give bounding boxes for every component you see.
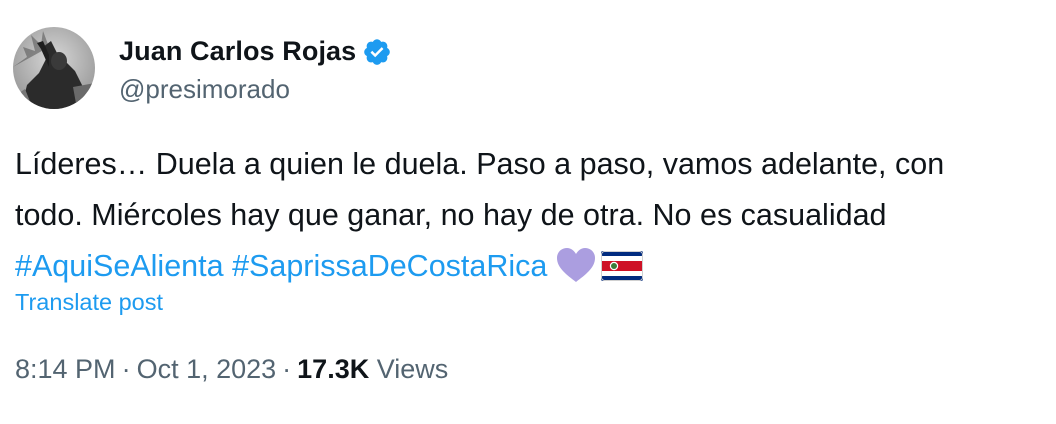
name-row: Juan Carlos Rojas — [119, 32, 392, 72]
tweet-text-line-1: Líderes… Duela a quien le duela. Paso a … — [15, 147, 945, 181]
hashtag-link[interactable]: #SaprissaDeCostaRica — [232, 249, 547, 283]
views-count: 17.3K — [297, 354, 370, 384]
display-name[interactable]: Juan Carlos Rojas — [119, 36, 356, 67]
tweet-text: Líderes… Duela a quien le duela. Paso a … — [15, 139, 1055, 292]
tweet-header: Juan Carlos Rojas @presimorado — [13, 27, 392, 109]
tweet-meta: 8:14 PM · Oct 1, 2023 · 17.3K Views — [15, 354, 448, 385]
tweet-card: Juan Carlos Rojas @presimorado Líderes… … — [0, 0, 1056, 424]
separator-dot: · — [282, 354, 292, 384]
tweet-text-line-2: todo. Miércoles hay que ganar, no hay de… — [15, 198, 887, 232]
avatar[interactable] — [13, 27, 95, 109]
separator-dot: · — [121, 354, 131, 384]
views-label: Views — [376, 354, 449, 384]
verified-badge-icon[interactable] — [362, 37, 392, 67]
author-names: Juan Carlos Rojas @presimorado — [119, 32, 392, 105]
translate-post-link[interactable]: Translate post — [15, 289, 163, 316]
timestamp-date[interactable]: Oct 1, 2023 — [137, 354, 277, 384]
tweet-text-line-3: #AquiSeAlienta #SaprissaDeCostaRica — [15, 241, 1055, 292]
costa-rica-flag-icon — [601, 251, 644, 281]
timestamp-time[interactable]: 8:14 PM — [15, 354, 116, 384]
purple-heart-icon — [555, 246, 597, 284]
handle[interactable]: @presimorado — [119, 74, 392, 105]
hashtag-link[interactable]: #AquiSeAlienta — [15, 249, 224, 283]
